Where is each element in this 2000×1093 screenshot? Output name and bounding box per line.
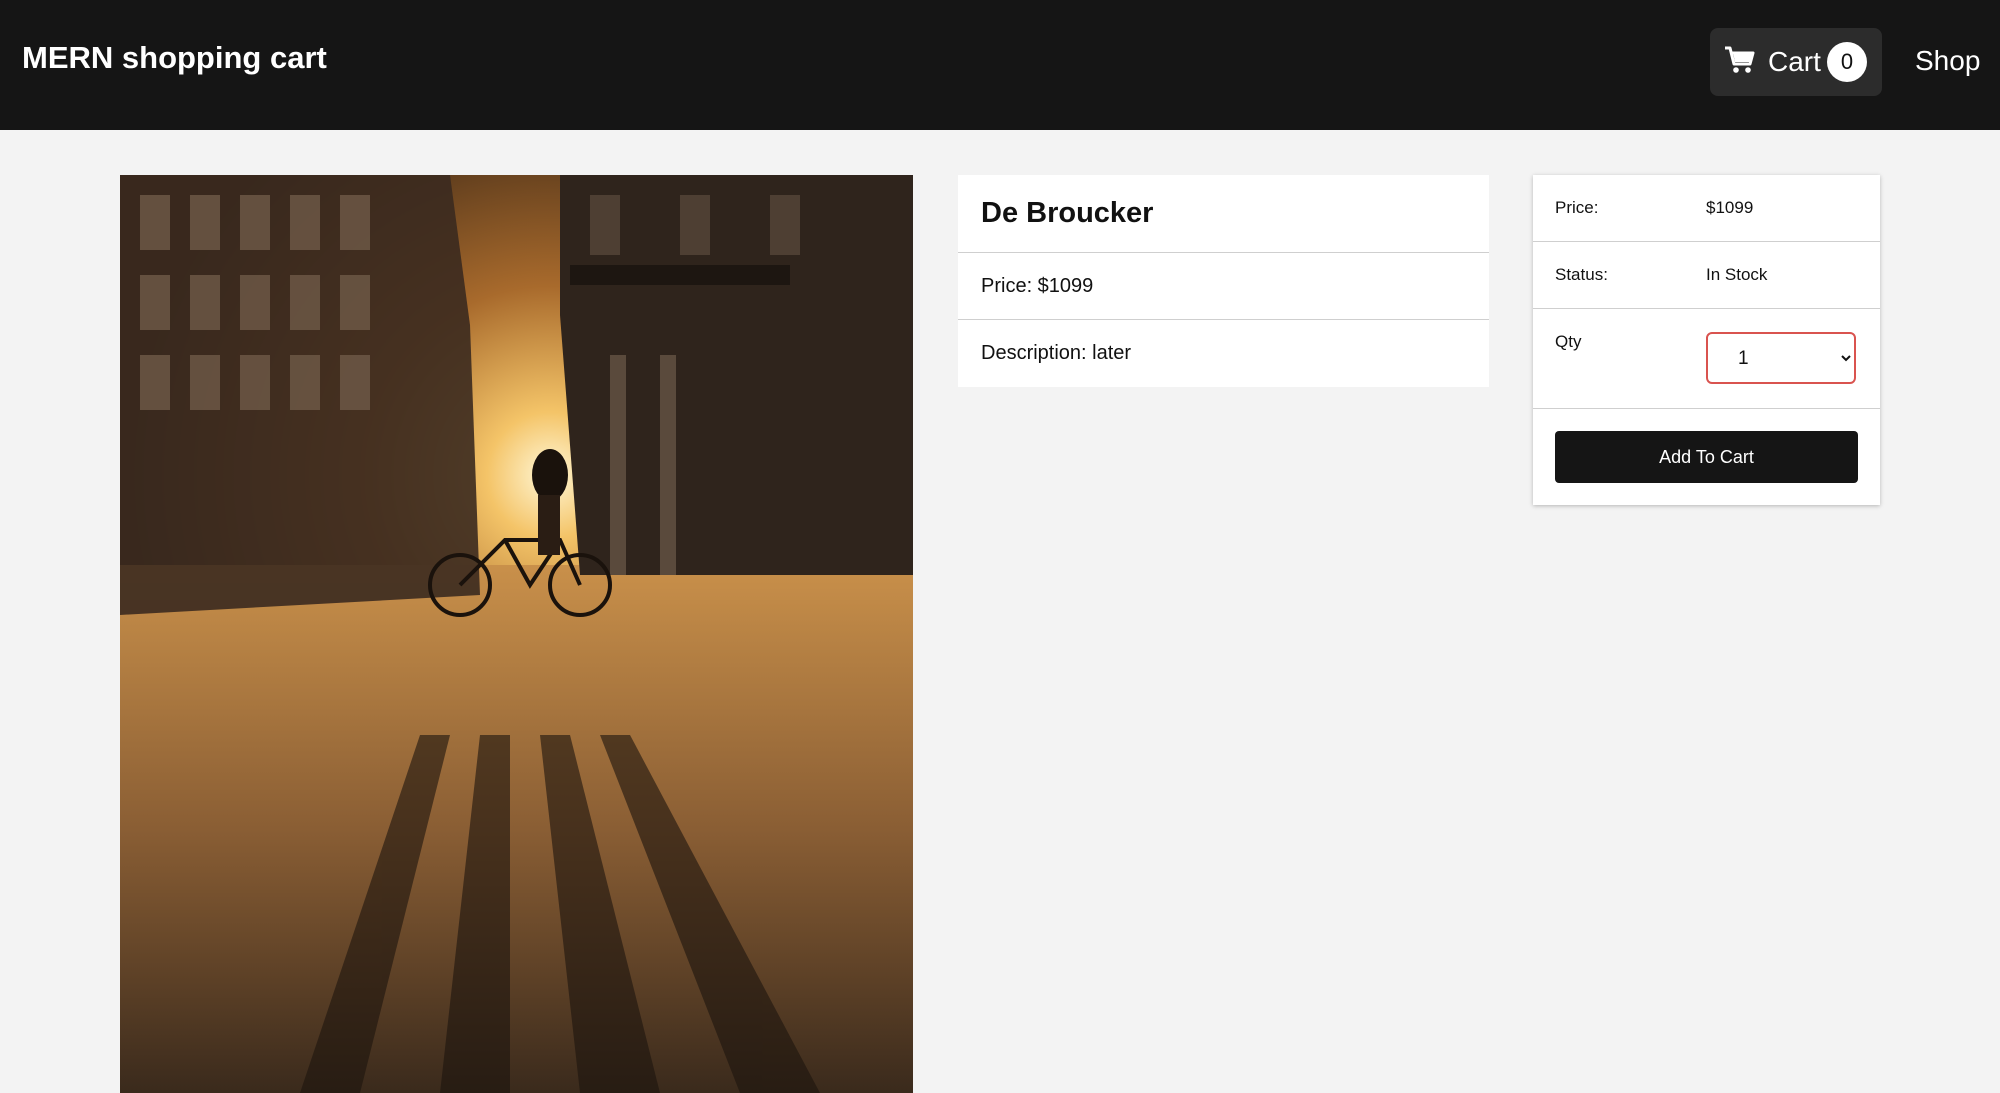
add-to-cart-button[interactable]: Add To Cart bbox=[1555, 431, 1858, 483]
product-name: De Broucker bbox=[958, 175, 1489, 253]
product-description: Description: later bbox=[981, 342, 1132, 364]
price-label: Price: bbox=[1555, 198, 1599, 217]
cart-button[interactable]: Cart 0 bbox=[1710, 28, 1882, 96]
shop-link[interactable]: Shop bbox=[1915, 45, 1980, 77]
shopping-cart-icon bbox=[1724, 45, 1756, 80]
purchase-action-row: Add To Cart bbox=[1533, 409, 1880, 505]
top-navbar: MERN shopping cart Cart 0 Shop bbox=[0, 0, 2000, 130]
product-price: Price: $1099 bbox=[958, 253, 1489, 320]
purchase-qty-row: Qty 1 bbox=[1533, 309, 1880, 409]
status-value: In Stock bbox=[1706, 265, 1768, 284]
purchase-status-row: Status: In Stock bbox=[1533, 242, 1880, 309]
status-label: Status: bbox=[1555, 265, 1608, 284]
cart-label: Cart bbox=[1768, 46, 1821, 77]
qty-label: Qty bbox=[1555, 332, 1582, 351]
price-value: $1099 bbox=[1706, 198, 1754, 217]
cart-count-badge: 0 bbox=[1827, 42, 1867, 82]
brand-link[interactable]: MERN shopping cart bbox=[22, 40, 327, 76]
purchase-price-row: Price: $1099 bbox=[1533, 175, 1880, 242]
product-details-card: De Broucker Price: $1099 Description: la… bbox=[958, 175, 1489, 387]
qty-select[interactable]: 1 bbox=[1706, 332, 1856, 384]
product-image bbox=[120, 175, 913, 1093]
purchase-card: Price: $1099 Status: In Stock Qty 1 Add … bbox=[1533, 175, 1880, 505]
